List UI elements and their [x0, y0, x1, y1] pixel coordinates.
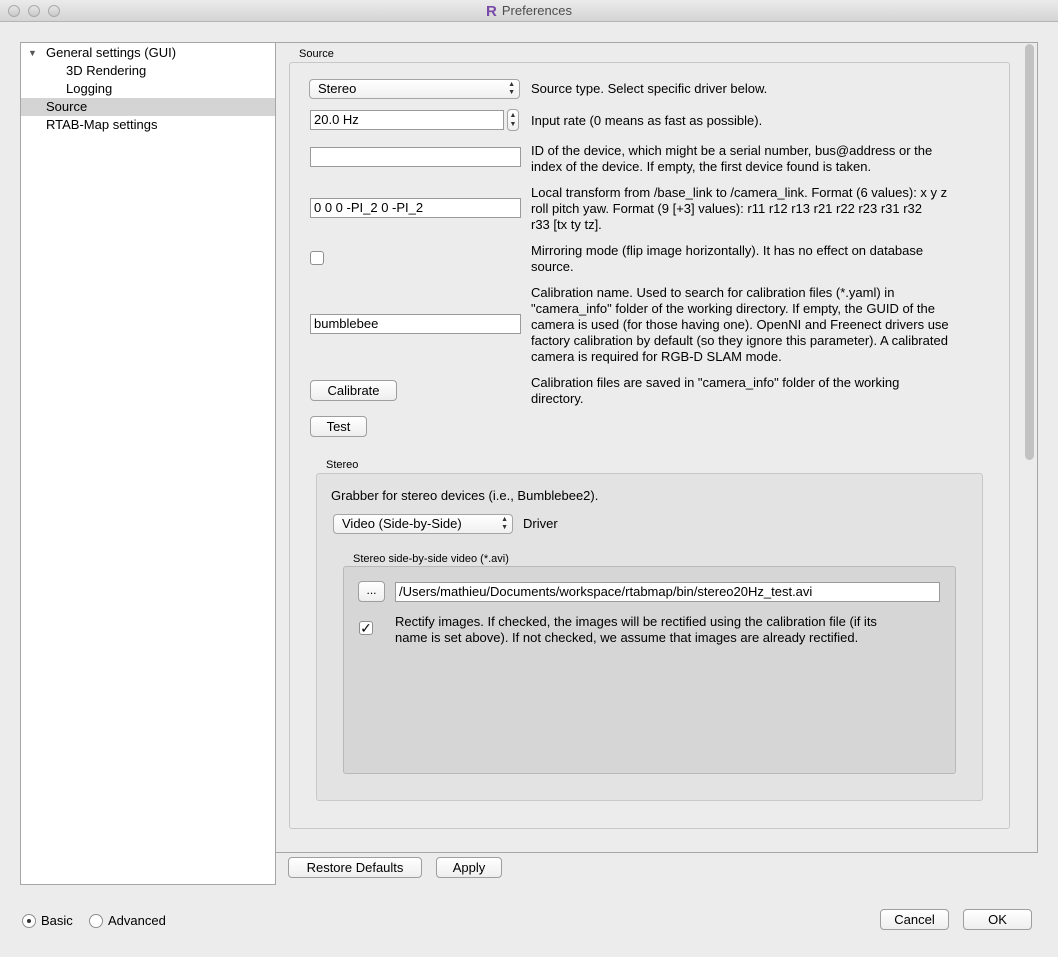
title-bar: R Preferences [0, 0, 1058, 22]
calibration-name-desc: Calibration name. Used to search for cal… [531, 285, 949, 364]
checkmark-icon: ✓ [360, 620, 372, 636]
mirroring-checkbox[interactable] [310, 251, 324, 265]
input-rate-field[interactable]: 20.0 Hz [310, 110, 504, 130]
restore-defaults-button[interactable]: Restore Defaults [288, 857, 422, 878]
advanced-radio[interactable] [89, 914, 103, 928]
updown-arrows-icon: ▲ ▼ [508, 81, 515, 96]
calibrate-desc: Calibration files are saved in "camera_i… [531, 375, 900, 406]
rtabmap-logo-icon: R [486, 3, 497, 20]
stereo-group-title: Stereo [326, 459, 359, 471]
apply-button[interactable]: Apply [436, 857, 502, 878]
advanced-label: Advanced [108, 913, 166, 928]
video-group-title: Stereo side-by-side video (*.avi) [353, 553, 509, 565]
device-id-field[interactable] [310, 147, 521, 167]
browse-button[interactable]: ... [358, 581, 385, 602]
video-path-field[interactable]: /Users/mathieu/Documents/workspace/rtabm… [395, 582, 940, 602]
source-type-desc: Source type. Select specific driver belo… [531, 81, 768, 96]
device-id-desc: ID of the device, which might be a seria… [531, 143, 933, 174]
tree-item-general-settings[interactable]: ▼ General settings (GUI) [21, 44, 275, 62]
tree-item-3d-rendering[interactable]: 3D Rendering [21, 62, 275, 80]
input-rate-stepper[interactable]: ▲ ▼ [507, 109, 519, 131]
stereo-driver-label: Driver [523, 516, 558, 531]
local-transform-field[interactable]: 0 0 0 -PI_2 0 -PI_2 [310, 198, 521, 218]
tree-item-rtabmap-settings[interactable]: RTAB-Map settings [21, 116, 275, 134]
tree-item-logging[interactable]: Logging [21, 80, 275, 98]
source-group-title: Source [299, 48, 334, 60]
basic-radio[interactable] [22, 914, 36, 928]
local-transform-desc: Local transform from /base_link to /came… [531, 185, 948, 232]
calibrate-button[interactable]: Calibrate [310, 380, 397, 401]
stereo-driver-combo[interactable]: Video (Side-by-Side) ▲ ▼ [333, 514, 513, 534]
source-type-combo[interactable]: Stereo ▲ ▼ [309, 79, 520, 99]
calibration-name-field[interactable]: bumblebee [310, 314, 521, 334]
vertical-scrollbar[interactable] [1025, 44, 1034, 460]
cancel-button[interactable]: Cancel [880, 909, 949, 930]
test-button[interactable]: Test [310, 416, 367, 437]
disclosure-triangle-icon[interactable]: ▼ [28, 44, 37, 62]
ok-button[interactable]: OK [963, 909, 1032, 930]
basic-label: Basic [41, 913, 73, 928]
input-rate-desc: Input rate (0 means as fast as possible)… [531, 113, 763, 128]
stereo-desc: Grabber for stereo devices (i.e., Bumble… [331, 488, 599, 503]
updown-arrows-icon: ▲ ▼ [501, 516, 508, 531]
window-title: R Preferences [486, 3, 572, 20]
tree-item-source[interactable]: Source [21, 98, 275, 116]
mirroring-desc: Mirroring mode (flip image horizontally)… [531, 243, 924, 274]
rectify-checkbox[interactable]: ✓ [359, 621, 373, 635]
settings-tree[interactable]: ▼ General settings (GUI) 3D Rendering Lo… [20, 42, 276, 885]
rectify-desc: Rectify images. If checked, the images w… [395, 614, 877, 645]
